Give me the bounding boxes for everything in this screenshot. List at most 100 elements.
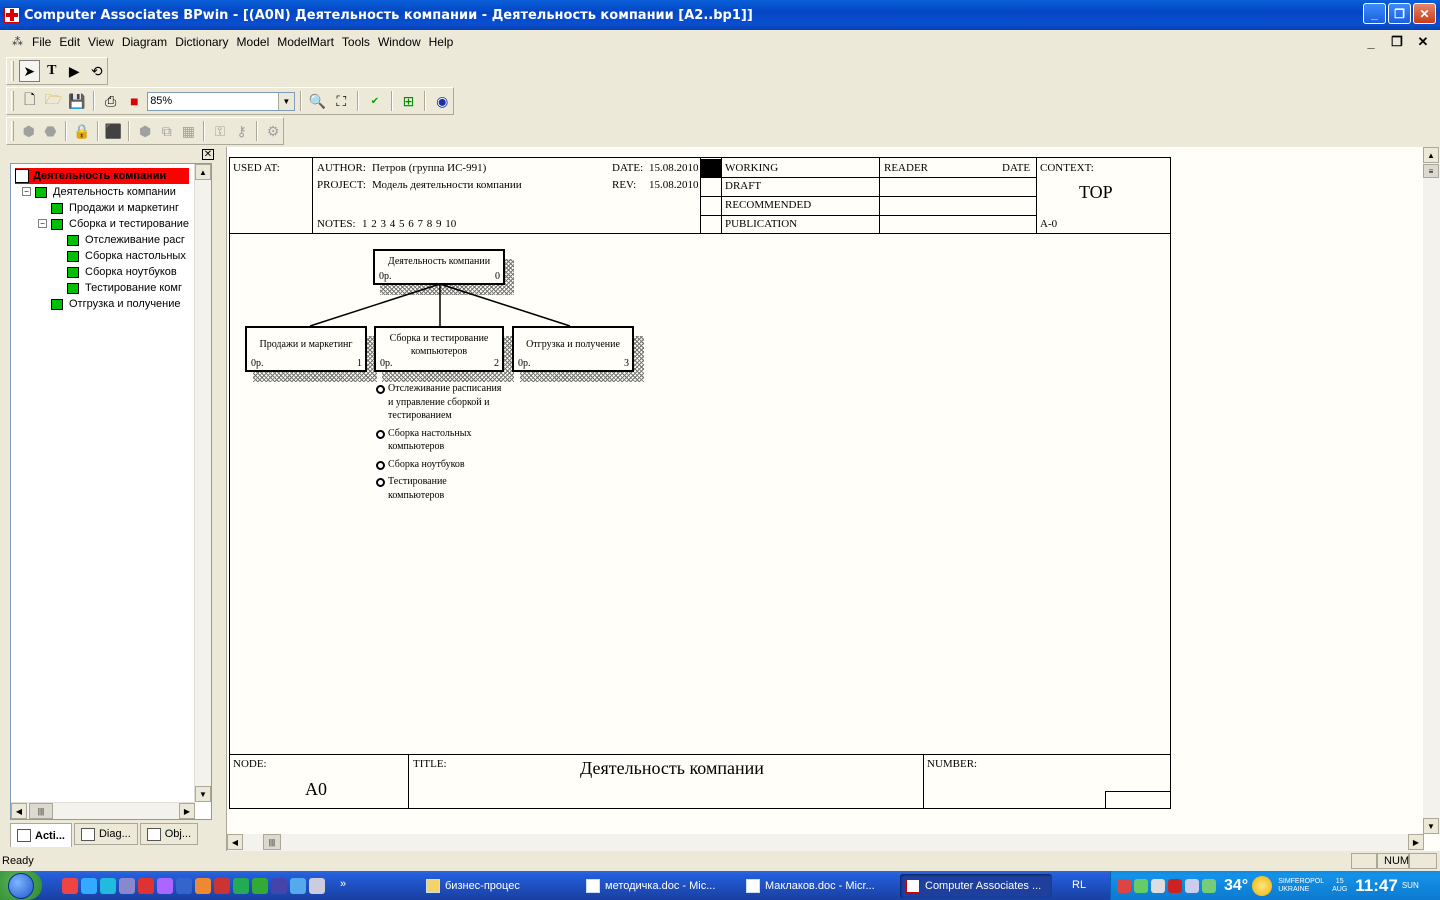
- app-icon[interactable]: [119, 877, 135, 894]
- save-to-mart-icon[interactable]: ⬢: [135, 120, 155, 142]
- menu-tools[interactable]: Tools: [338, 35, 374, 49]
- text-tool-icon[interactable]: T: [42, 60, 62, 82]
- menu-view[interactable]: View: [84, 35, 118, 49]
- scroll-down-icon[interactable]: ▼: [1423, 818, 1439, 834]
- tree-item[interactable]: Сборка ноутбуков: [67, 264, 177, 280]
- clock-time[interactable]: 11:47: [1355, 876, 1398, 896]
- scroll-thumb[interactable]: |||: [263, 834, 281, 850]
- language-indicator[interactable]: RL: [1072, 879, 1086, 891]
- sub-activity-item[interactable]: Сборка настольных компьютеров: [375, 427, 487, 454]
- tray-app-icon[interactable]: [1151, 878, 1165, 893]
- tab-activities[interactable]: Acti...: [10, 823, 72, 847]
- tree-item[interactable]: Отслеживание расг: [67, 232, 185, 248]
- start-button[interactable]: [0, 871, 42, 900]
- menu-modelmart[interactable]: ModelMart: [273, 35, 338, 49]
- app-icon[interactable]: [138, 877, 154, 894]
- task-button[interactable]: методичка.doc - Mic...: [580, 874, 732, 898]
- tray-app-icon[interactable]: [1134, 878, 1148, 893]
- app-icon[interactable]: [195, 877, 211, 894]
- network-icon[interactable]: [1202, 878, 1216, 893]
- print-icon[interactable]: ⎙: [100, 90, 122, 112]
- chrome-icon[interactable]: [62, 877, 78, 894]
- task-button[interactable]: Маклаков.doc - Micr...: [740, 874, 892, 898]
- zoom-select[interactable]: 85% ▼: [147, 91, 295, 111]
- tree-item[interactable]: Отгрузка и получение: [51, 296, 181, 312]
- scroll-up-icon[interactable]: ▲: [1423, 147, 1439, 163]
- bpwin-app-icon[interactable]: [4, 7, 20, 23]
- zoom-icon[interactable]: 🔍: [307, 90, 329, 112]
- scroll-up-icon[interactable]: ▲: [195, 164, 211, 180]
- mdi-close-button[interactable]: ✕: [1412, 32, 1434, 52]
- tree-item[interactable]: Деятельность компании: [35, 184, 176, 200]
- key-icon[interactable]: ⚷: [232, 120, 252, 142]
- collapse-icon[interactable]: −: [22, 187, 31, 196]
- chevron-down-icon[interactable]: ▼: [277, 92, 294, 110]
- scroll-thumb[interactable]: |||: [29, 803, 53, 819]
- tree-item[interactable]: Продажи и маркетинг: [51, 200, 179, 216]
- new-file-icon[interactable]: 🗋: [19, 90, 41, 112]
- save-icon[interactable]: 💾: [66, 90, 88, 112]
- toolbar-grip[interactable]: [11, 91, 14, 111]
- tree-item[interactable]: Тестирование комг: [67, 280, 182, 296]
- app-icon[interactable]: [290, 877, 306, 894]
- menu-dictionary[interactable]: Dictionary: [171, 35, 232, 49]
- app-icon[interactable]: [309, 877, 325, 894]
- menu-edit[interactable]: Edit: [55, 35, 84, 49]
- go-to-parent-icon[interactable]: ⟲: [87, 60, 107, 82]
- activity-box-3[interactable]: Отгрузка и получение 0р. 3: [512, 326, 634, 372]
- connect-icon[interactable]: ⬢: [19, 120, 39, 142]
- diagram-canvas[interactable]: USED AT: AUTHOR: Петров (группа ИС-991) …: [226, 147, 1440, 851]
- sub-activity-item[interactable]: Сборка ноутбуков: [375, 458, 505, 472]
- lock-icon[interactable]: 🔒: [72, 120, 92, 142]
- close-button[interactable]: ✕: [1413, 3, 1436, 24]
- toolbar-grip[interactable]: [11, 121, 14, 141]
- word-icon[interactable]: [176, 877, 192, 894]
- tree-item[interactable]: Сборка настольных: [67, 248, 186, 264]
- minimize-button[interactable]: _: [1363, 3, 1386, 24]
- library-icon[interactable]: ▦: [179, 120, 199, 142]
- security-icon[interactable]: ⚿: [210, 120, 230, 142]
- activity-box-parent[interactable]: Деятельность компании 0р. 0: [373, 249, 505, 285]
- model-explorer-icon[interactable]: ⊞: [398, 90, 420, 112]
- mdi-minimize-button[interactable]: _: [1360, 32, 1382, 52]
- app-icon[interactable]: [157, 877, 173, 894]
- app-icon[interactable]: [271, 877, 287, 894]
- app-icon[interactable]: [214, 877, 230, 894]
- menu-file[interactable]: File: [28, 35, 55, 49]
- activity-box-2[interactable]: Сборка и тестирование компьютеров 0р. 2: [374, 326, 504, 372]
- task-button-active[interactable]: Computer Associates ...: [900, 874, 1052, 898]
- go-to-child-icon[interactable]: ▶: [64, 60, 84, 82]
- merge-icon[interactable]: ⬛: [104, 120, 124, 142]
- scroll-right-icon[interactable]: ▶: [1408, 834, 1424, 850]
- document-icon[interactable]: ⁂: [12, 35, 26, 49]
- disconnect-icon[interactable]: ⬣: [41, 120, 61, 142]
- tree-vertical-scrollbar[interactable]: ▲ ▼: [194, 164, 211, 802]
- explorer-close-icon[interactable]: ✕: [202, 149, 214, 160]
- quick-launch-more-icon[interactable]: »: [340, 878, 346, 894]
- menu-window[interactable]: Window: [374, 35, 425, 49]
- tree-item-root[interactable]: Деятельность компании: [15, 168, 189, 184]
- excel-icon[interactable]: [233, 877, 249, 894]
- skype-icon[interactable]: [100, 877, 116, 894]
- tab-diagrams[interactable]: Diag...: [73, 823, 138, 845]
- antivirus-icon[interactable]: [1117, 878, 1131, 893]
- spell-check-icon[interactable]: ✔: [364, 90, 386, 112]
- modelmart-icon[interactable]: ◉: [431, 90, 453, 112]
- volume-icon[interactable]: [1185, 878, 1199, 893]
- task-button[interactable]: бизнес-процес: [420, 874, 572, 898]
- open-folder-icon[interactable]: 🗁: [43, 90, 65, 112]
- app-icon[interactable]: [252, 877, 268, 894]
- menu-model[interactable]: Model: [233, 35, 274, 49]
- zoom-fit-icon[interactable]: ⛶: [330, 90, 352, 112]
- restore-button[interactable]: ❐: [1388, 3, 1411, 24]
- sub-activity-item[interactable]: Тестирование компьютеров: [375, 475, 465, 502]
- activity-tree[interactable]: Деятельность компании − Деятельность ком…: [10, 163, 212, 820]
- menu-diagram[interactable]: Diagram: [118, 35, 171, 49]
- tree-horizontal-scrollbar[interactable]: ◀ ||| ▶: [11, 802, 195, 819]
- scroll-down-icon[interactable]: ▼: [195, 786, 211, 802]
- activity-box-1[interactable]: Продажи и маркетинг 0р. 1: [245, 326, 367, 372]
- color-palette-icon[interactable]: ■: [124, 90, 146, 112]
- toolbar-grip[interactable]: [11, 61, 14, 81]
- scroll-thumb[interactable]: ≡: [1423, 164, 1439, 178]
- mdi-restore-button[interactable]: ❐: [1386, 32, 1408, 52]
